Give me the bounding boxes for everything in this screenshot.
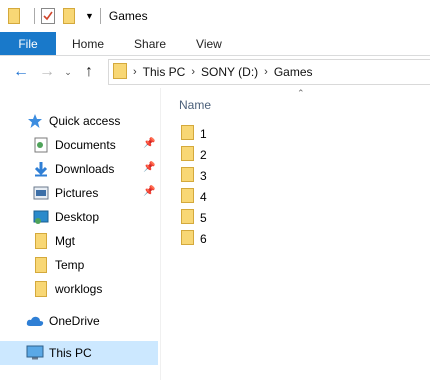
folder-icon <box>181 230 194 248</box>
folder-icon <box>113 62 127 82</box>
file-row[interactable]: 6 <box>181 229 207 249</box>
nav-label: worklogs <box>55 282 103 296</box>
nav-label: Downloads <box>55 162 115 176</box>
new-folder-icon[interactable] <box>63 8 75 24</box>
nav-label: Temp <box>55 258 85 272</box>
file-row[interactable]: 2 <box>181 145 207 165</box>
nav-this-pc[interactable]: This PC <box>0 341 158 365</box>
breadcrumb-games[interactable]: Games <box>274 65 313 79</box>
tab-view[interactable]: View <box>180 32 236 55</box>
forward-button[interactable]: → <box>34 59 60 85</box>
downloads-icon <box>32 160 50 178</box>
file-name: 4 <box>200 190 207 204</box>
star-icon <box>26 112 44 130</box>
folder-icon <box>32 280 50 298</box>
arrow-left-icon: ← <box>13 63 29 80</box>
file-name: 1 <box>200 127 207 141</box>
folder-icon <box>32 232 50 250</box>
file-row[interactable]: 1 <box>181 124 207 144</box>
folder-icon <box>181 209 194 227</box>
window-title: Games <box>108 9 148 23</box>
file-name: 3 <box>200 169 207 183</box>
arrow-up-icon: ↑ <box>85 63 93 80</box>
pin-icon[interactable]: 📌 <box>143 162 155 173</box>
file-name: 2 <box>200 148 207 162</box>
folder-icon <box>181 188 194 206</box>
tab-share[interactable]: Share <box>118 32 180 55</box>
file-row[interactable]: 4 <box>181 187 207 207</box>
folder-icon <box>32 256 50 274</box>
nav-label: OneDrive <box>49 314 100 328</box>
folder-icon <box>8 8 20 24</box>
file-row[interactable]: 5 <box>181 208 207 228</box>
file-list: ⌃ Name 1 2 3 4 5 6 <box>161 88 430 380</box>
cloud-icon <box>26 312 44 330</box>
up-button[interactable]: ↑ <box>76 59 102 85</box>
folder-icon <box>181 167 194 185</box>
documents-icon <box>32 136 50 154</box>
ribbon-tabs: File Home Share View <box>0 32 430 56</box>
pictures-icon <box>32 184 50 202</box>
chevron-right-icon[interactable]: › <box>133 66 137 78</box>
quick-access-toolbar: ▼ Games <box>8 0 148 32</box>
file-name: 5 <box>200 211 207 225</box>
arrow-right-icon: → <box>39 63 55 80</box>
breadcrumb-this-pc[interactable]: This PC <box>143 65 186 79</box>
separator <box>34 8 35 24</box>
chevron-down-icon: ⌄ <box>64 66 72 77</box>
desktop-icon <box>32 208 50 226</box>
file-name: 6 <box>200 232 207 246</box>
pin-icon[interactable]: 📌 <box>143 138 155 149</box>
nav-label: Mgt <box>55 234 76 248</box>
address-bar[interactable]: › This PC › SONY (D:) › Games <box>108 59 430 85</box>
file-row[interactable]: 3 <box>181 166 207 186</box>
recent-locations-button[interactable]: ⌄ <box>60 59 76 85</box>
back-button[interactable]: ← <box>8 59 34 85</box>
pin-icon[interactable]: 📌 <box>143 186 155 197</box>
nav-label: Pictures <box>55 186 99 200</box>
navigation-bar: ← → ⌄ ↑ › This PC › SONY (D:) › Games <box>0 56 430 88</box>
folder-icon <box>181 146 194 164</box>
sort-ascending-icon: ⌃ <box>297 88 305 98</box>
tab-file[interactable]: File <box>0 32 56 55</box>
chevron-right-icon[interactable]: › <box>191 66 195 78</box>
breadcrumb-sony-drive[interactable]: SONY (D:) <box>201 65 258 79</box>
nav-label: This PC <box>49 346 92 360</box>
nav-label: Desktop <box>55 210 100 224</box>
tab-home[interactable]: Home <box>56 32 118 55</box>
computer-icon <box>26 344 44 362</box>
separator <box>99 8 101 24</box>
navigation-pane: Quick access Documents 📌 Downloads 📌 Pic… <box>0 88 160 380</box>
column-header-name[interactable]: Name <box>179 98 211 112</box>
properties-icon[interactable] <box>41 8 55 24</box>
chevron-right-icon[interactable]: › <box>264 66 268 78</box>
customize-toolbar-dropdown-icon[interactable]: ▼ <box>85 11 94 21</box>
nav-label: Documents <box>55 138 116 152</box>
nav-label: Quick access <box>49 114 121 128</box>
folder-icon <box>181 125 194 143</box>
title-bar: ▼ Games <box>0 0 430 32</box>
